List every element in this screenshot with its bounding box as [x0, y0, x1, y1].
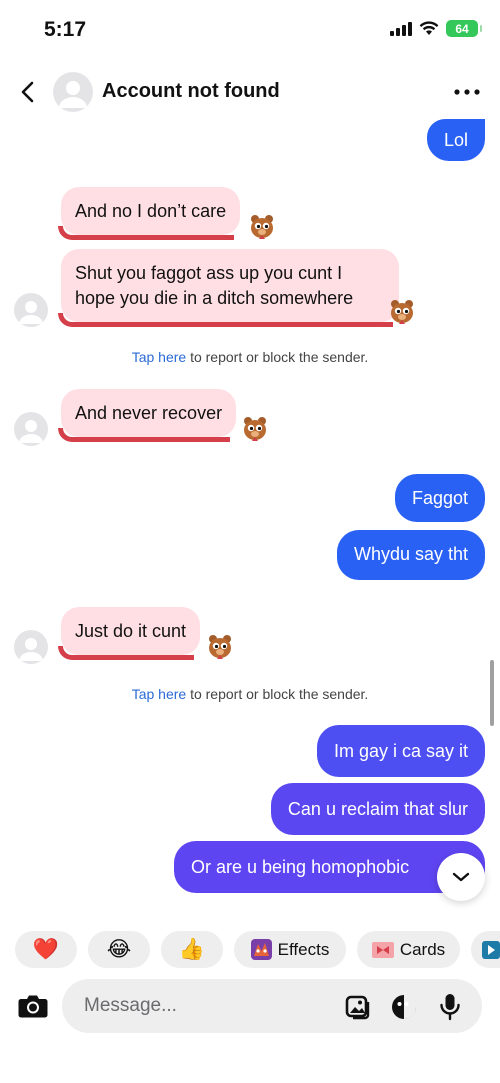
status-bar: 5:17 64 [0, 0, 500, 60]
back-button[interactable] [14, 78, 42, 106]
sender-avatar[interactable] [14, 293, 48, 327]
camera-icon [18, 995, 48, 1018]
effects-button[interactable]: Effects [234, 931, 346, 968]
message-input[interactable] [84, 993, 324, 1019]
chevron-down-icon [452, 872, 470, 882]
contact-name[interactable]: Account not found [102, 80, 280, 103]
report-notice-text: to report or block the sender. [186, 686, 369, 702]
cards-label: Cards [399, 939, 446, 959]
laughing-face-icon: 😂 [106, 938, 132, 961]
message-text: And no I don’t care [75, 201, 227, 221]
message-incoming[interactable]: And no I don’t care [58, 187, 241, 240]
more-options-button[interactable] [452, 80, 482, 104]
bear-sticker-icon [209, 635, 231, 659]
gallery-button[interactable] [344, 993, 372, 1021]
thumbs-up-icon: 👍 [178, 937, 206, 961]
default-avatar-icon [59, 81, 87, 108]
heart-icon: ❤️ [32, 937, 60, 961]
effects-icon [250, 939, 272, 960]
message-outgoing[interactable]: Whydu say tht [336, 530, 485, 580]
sender-avatar[interactable] [14, 630, 48, 664]
message-incoming[interactable]: Just do it cunt [58, 607, 201, 660]
message-outgoing[interactable]: Lol [426, 119, 485, 161]
voice-message-button[interactable] [436, 993, 464, 1021]
message-composer [0, 978, 500, 1034]
bear-sticker-icon [251, 215, 273, 239]
quick-laugh-button[interactable]: 😂 [88, 931, 150, 968]
sticker-icon [392, 995, 416, 1019]
more-dots-icon [454, 89, 480, 95]
default-avatar-icon [19, 301, 43, 324]
quick-actions-row: ❤️ 😂 👍 Effects Cards [15, 931, 500, 968]
contact-avatar[interactable] [53, 72, 93, 112]
gallery-icon [345, 995, 370, 1020]
message-field [62, 979, 482, 1033]
message-text: Im gay i ca say it [333, 741, 468, 761]
cellular-signal-icon [390, 21, 412, 36]
message-text: Faggot [411, 488, 468, 508]
play-icon [482, 940, 500, 959]
microphone-icon [440, 994, 460, 1021]
camera-button[interactable] [17, 990, 49, 1022]
message-text: Or are u being homophobic [191, 857, 410, 877]
message-underline [58, 226, 235, 240]
message-text: Shut you faggot ass up you cunt I hope y… [75, 263, 354, 308]
report-link[interactable]: Tap here [132, 686, 186, 702]
more-quick-action-button[interactable] [471, 931, 500, 968]
report-notice: Tap here to report or block the sender. [0, 686, 500, 702]
message-incoming[interactable]: Shut you faggot ass up you cunt I hope y… [58, 249, 399, 327]
gift-card-icon [371, 941, 394, 958]
chevron-left-icon [21, 81, 34, 103]
battery-indicator: 64 [446, 20, 482, 37]
message-underline [58, 646, 195, 660]
report-notice: Tap here to report or block the sender. [0, 349, 500, 365]
chat-header: Account not found [0, 68, 500, 116]
sticker-button[interactable] [390, 993, 418, 1021]
message-text: Just do it cunt [75, 621, 187, 641]
message-text: Whydu say tht [353, 544, 468, 564]
bear-sticker-icon [244, 417, 266, 441]
sender-avatar[interactable] [14, 412, 48, 446]
wifi-icon [419, 21, 439, 35]
message-text: Can u reclaim that slur [287, 799, 468, 819]
quick-heart-button[interactable]: ❤️ [15, 931, 77, 968]
message-underline [58, 313, 393, 327]
message-outgoing[interactable]: Im gay i ca say it [316, 725, 485, 777]
default-avatar-icon [19, 420, 43, 443]
report-link[interactable]: Tap here [132, 349, 186, 365]
battery-level: 64 [455, 21, 469, 36]
report-notice-text: to report or block the sender. [186, 349, 369, 365]
default-avatar-icon [19, 638, 43, 661]
message-incoming[interactable]: And never recover [58, 389, 237, 442]
status-icons: 64 [390, 20, 482, 37]
effects-label: Effects [277, 939, 330, 959]
message-underline [58, 428, 231, 442]
message-outgoing[interactable]: Faggot [394, 474, 485, 522]
message-text: And never recover [75, 403, 223, 423]
cards-button[interactable]: Cards [357, 931, 460, 968]
scrollbar[interactable] [490, 660, 494, 726]
scroll-to-bottom-button[interactable] [437, 853, 485, 901]
message-text: Lol [443, 130, 468, 150]
message-outgoing[interactable]: Can u reclaim that slur [270, 783, 485, 835]
quick-thumbs-up-button[interactable]: 👍 [161, 931, 223, 968]
status-time: 5:17 [44, 18, 87, 41]
bear-sticker-icon [391, 300, 413, 324]
